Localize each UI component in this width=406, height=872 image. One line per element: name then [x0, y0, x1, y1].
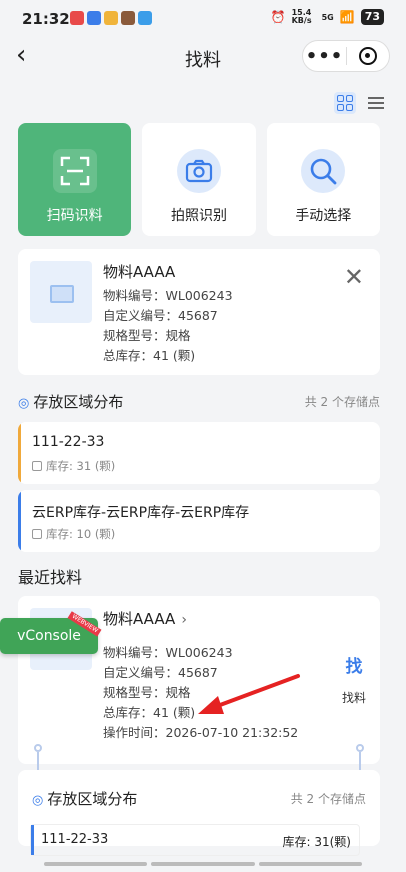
- find-material-button[interactable]: 找 找料: [342, 652, 366, 706]
- view-toggle: [334, 92, 384, 114]
- manual-select-button[interactable]: 手动选择: [266, 123, 380, 236]
- notification-icons: [70, 11, 152, 25]
- location-name: 云ERP库存-云ERP库存-云ERP库存: [32, 505, 250, 521]
- recent-operation-time: 操作时间：2026-07-10 21:32:52: [103, 725, 299, 740]
- material-image-placeholder: [30, 261, 92, 323]
- status-bar: 21:32 ⏰ 15.4 KB/s 5G 📶 73: [0, 0, 406, 34]
- location-qty: 库存: 31 (颗): [32, 458, 115, 474]
- distribution-title: 存放区域分布: [33, 393, 124, 411]
- action-tiles: 扫码识料 拍照识别 手动选择: [18, 123, 380, 236]
- grid-view-icon[interactable]: [334, 92, 356, 114]
- location-color-bar: [18, 490, 21, 552]
- recent-location-name: 111-22-33: [41, 832, 109, 847]
- material-custom-code: 自定义编号：45687: [103, 308, 218, 323]
- battery-icon: 73: [360, 9, 384, 25]
- home-indicator: [44, 862, 362, 866]
- list-view-icon[interactable]: [368, 97, 384, 109]
- location-color-bar: [31, 825, 34, 855]
- app-notification-icon: [87, 11, 101, 25]
- photo-recognize-button[interactable]: 拍照识别: [142, 123, 256, 236]
- more-button[interactable]: •••: [303, 46, 346, 67]
- recent-material-stock: 总库存：41 (颗): [103, 705, 196, 720]
- recent-distribution-header: ◎ 存放区域分布: [32, 788, 137, 809]
- vconsole-button[interactable]: vConsole WEBVIEW: [0, 611, 102, 654]
- app-notification-icon: [121, 11, 135, 25]
- box-icon: [32, 529, 42, 539]
- app-notification-icon: [70, 11, 84, 25]
- net-speed: 15.4 KB/s: [291, 8, 312, 25]
- signal-label: 5G: [321, 12, 334, 22]
- status-right: ⏰ 15.4 KB/s 5G 📶 73: [271, 9, 384, 25]
- scan-code-label: 扫码识料: [46, 208, 103, 224]
- material-spec: 规格型号：规格: [103, 328, 191, 343]
- vconsole-label: vConsole: [17, 628, 81, 644]
- recent-location-qty: 库存: 31(颗): [282, 835, 352, 849]
- find-label: 找: [345, 657, 363, 677]
- close-mini-program-button[interactable]: [347, 47, 389, 65]
- distribution-header: ◎ 存放区域分布 共 2 个存储点: [18, 391, 380, 412]
- distribution-count: 共 2 个存储点: [304, 395, 380, 409]
- chevron-right-icon: ›: [181, 612, 187, 628]
- app-notification-icon: [104, 11, 118, 25]
- nav-bar: ‹ 找料 •••: [0, 34, 406, 78]
- recent-location-row[interactable]: 111-22-33 库存: 31(颗): [30, 824, 360, 856]
- camera-icon: [176, 149, 221, 193]
- recent-distribution-title: 存放区域分布: [47, 790, 138, 808]
- scan-code-button[interactable]: 扫码识料: [18, 123, 132, 236]
- photo-recognize-label: 拍照识别: [170, 208, 227, 224]
- search-icon: [301, 149, 346, 193]
- recent-distribution-card: ◎ 存放区域分布 共 2 个存储点 111-22-33 库存: 31(颗): [18, 770, 380, 856]
- recent-material-name[interactable]: 物料AAAA ›: [103, 608, 187, 629]
- location-qty: 库存: 10 (颗): [32, 526, 115, 542]
- location-color-bar: [18, 422, 21, 484]
- location-pin-icon: ◎: [18, 396, 30, 411]
- app-notification-icon: [138, 11, 152, 25]
- alarm-icon: ⏰: [270, 10, 286, 24]
- material-stock: 总库存：41 (颗): [103, 348, 196, 363]
- recent-title: 最近找料: [18, 568, 83, 587]
- annotation-arrow-icon: [198, 674, 300, 714]
- recent-distribution-count: 共 2 个存储点: [290, 792, 366, 806]
- status-time: 21:32: [22, 10, 70, 28]
- scan-icon: [52, 149, 97, 193]
- location-item[interactable]: 云ERP库存-云ERP库存-云ERP库存 库存: 10 (颗): [18, 490, 380, 552]
- mini-program-capsule: •••: [302, 40, 390, 72]
- manual-select-label: 手动选择: [295, 208, 352, 224]
- target-icon: [358, 47, 377, 65]
- close-icon[interactable]: ✕: [344, 263, 364, 291]
- material-name: 物料AAAA: [103, 263, 176, 281]
- location-name: 111-22-33: [32, 434, 105, 450]
- location-item[interactable]: 111-22-33 库存: 31 (颗): [18, 422, 380, 484]
- material-code: 物料编号：WL006243: [103, 288, 233, 303]
- recent-material-code: 物料编号：WL006243: [103, 645, 233, 660]
- signal-icon: 📶: [339, 10, 355, 24]
- box-icon: [32, 461, 42, 471]
- find-material-label: 找料: [341, 691, 366, 705]
- material-card: 物料AAAA 物料编号：WL006243 自定义编号：45687 规格型号：规格…: [18, 249, 380, 375]
- location-pin-icon: ◎: [32, 793, 44, 808]
- recent-material-spec: 规格型号：规格: [103, 685, 191, 700]
